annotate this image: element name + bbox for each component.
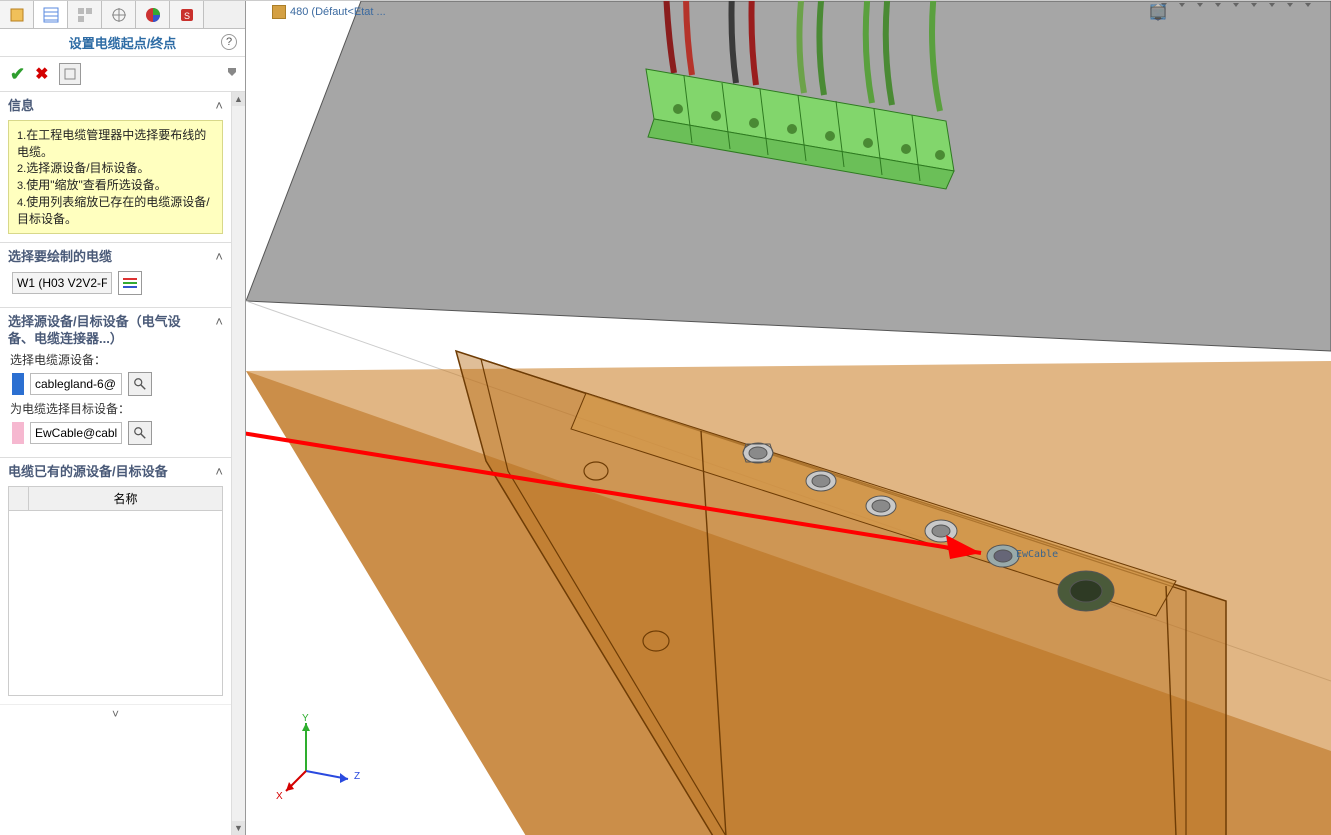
info-box: 1.在工程电缆管理器中选择要布线的电缆。 2.选择源设备/目标设备。 3.使用"… xyxy=(8,120,223,234)
source-device-label: 选择电缆源设备： xyxy=(10,351,223,368)
scroll-up-icon[interactable]: ▲ xyxy=(232,92,245,106)
view-orientation-icon[interactable] xyxy=(1213,3,1221,7)
target-device-label: 为电缆选择目标设备： xyxy=(10,400,223,417)
panel-scrollbar[interactable]: ▲ ▼ xyxy=(231,92,245,835)
cancel-button[interactable]: ✖ xyxy=(35,64,48,84)
tab-property-manager[interactable] xyxy=(34,1,68,28)
zoom-source-button[interactable] xyxy=(128,372,152,396)
panel-tabs: S xyxy=(0,1,245,29)
chevron-up-icon[interactable]: ˄ xyxy=(215,464,223,479)
panel-expand-toggle[interactable]: ˅ xyxy=(0,704,231,723)
tab-configuration[interactable] xyxy=(68,1,102,28)
axis-z-label: Z xyxy=(354,771,360,782)
breadcrumb[interactable]: 480 (Défaut<Etat ... xyxy=(268,3,390,21)
svg-text:S: S xyxy=(183,11,189,21)
source-color-chip xyxy=(12,373,24,395)
section-existing-header: 电缆已有的源设备/目标设备 xyxy=(8,464,168,480)
zoom-target-button[interactable] xyxy=(128,421,152,445)
chevron-up-icon[interactable]: ˄ xyxy=(215,98,223,113)
section-cable-header: 选择要绘制的电缆 xyxy=(8,249,112,265)
tab-assembly[interactable] xyxy=(0,1,34,28)
heads-up-toolbar xyxy=(1149,3,1311,7)
tab-electrical[interactable]: S xyxy=(170,1,204,28)
viewport-scene xyxy=(246,1,1331,835)
table-col-name: 名称 xyxy=(29,487,222,510)
viewport-annotation: EwCable xyxy=(1016,549,1058,560)
source-device-field[interactable] xyxy=(30,373,122,395)
viewport-3d[interactable]: Y Z X EwCable 480 (Défaut<Etat ... xyxy=(246,1,1331,835)
pushpin-icon[interactable] xyxy=(225,65,239,79)
section-view-icon[interactable] xyxy=(1195,3,1203,7)
target-color-chip xyxy=(12,422,24,444)
help-icon[interactable]: ? xyxy=(221,34,237,50)
scroll-down-icon[interactable]: ▼ xyxy=(232,821,245,835)
chevron-up-icon[interactable]: ˄ xyxy=(215,249,223,264)
existing-devices-table[interactable]: 名称 xyxy=(8,486,223,696)
ok-button[interactable]: ✔ xyxy=(10,64,25,85)
assembly-icon xyxy=(272,5,286,19)
tab-dimxpert[interactable] xyxy=(102,1,136,28)
section-device-header: 选择源设备/目标设备（电气设备、电缆连接器...） xyxy=(8,314,188,347)
preview-button[interactable] xyxy=(59,63,81,85)
cable-name-field[interactable] xyxy=(12,272,112,294)
edit-appearance-icon[interactable] xyxy=(1267,3,1275,7)
target-device-field[interactable] xyxy=(30,422,122,444)
panel-title: 设置电缆起点/终点 xyxy=(69,33,177,52)
view-settings-icon[interactable] xyxy=(1303,3,1311,7)
apply-scene-icon[interactable] xyxy=(1285,3,1293,7)
previous-view-icon[interactable] xyxy=(1177,3,1185,7)
display-style-icon[interactable] xyxy=(1231,3,1239,7)
cable-swatch-button[interactable] xyxy=(118,271,142,295)
hide-show-icon[interactable] xyxy=(1249,3,1257,7)
tab-appearance[interactable] xyxy=(136,1,170,28)
axis-y-label: Y xyxy=(302,713,309,724)
breadcrumb-text: 480 (Défaut<Etat ... xyxy=(290,6,386,18)
axis-x-label: X xyxy=(276,791,283,802)
section-info-header: 信息 xyxy=(8,98,34,114)
chevron-up-icon[interactable]: ˄ xyxy=(215,314,223,329)
